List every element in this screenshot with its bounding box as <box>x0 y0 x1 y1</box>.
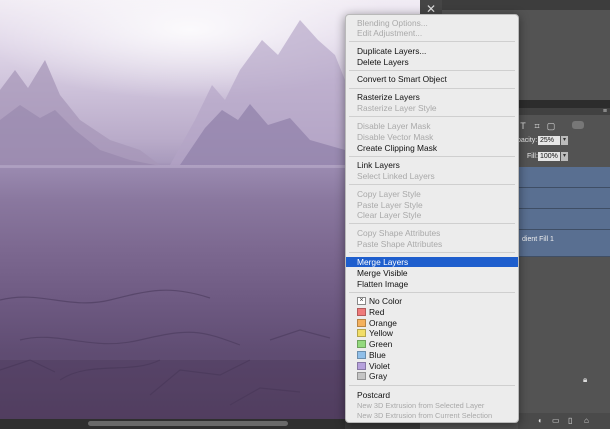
color-label: Green <box>369 339 393 349</box>
menu-item-flatten-image[interactable]: Flatten Image <box>346 279 518 289</box>
gray-swatch-icon <box>357 372 366 380</box>
menu-item-disable-vector-mask: Disable Vector Mask <box>357 132 434 142</box>
menu-item-rasterize-layer-style: Rasterize Layer Style <box>357 103 437 113</box>
menu-separator <box>349 292 515 293</box>
trash-icon[interactable]: ⌂ <box>584 416 589 425</box>
layer-context-menu: Blending Options... Edit Adjustment... D… <box>345 14 519 423</box>
menu-separator <box>349 252 515 253</box>
color-label: Violet <box>369 361 390 371</box>
menu-item-3d-extrusion-current-selection: New 3D Extrusion from Current Selection <box>357 411 493 420</box>
menu-separator <box>349 184 515 185</box>
menu-item-color-gray[interactable]: Gray <box>346 371 518 381</box>
layer-row[interactable] <box>518 209 610 230</box>
layer-row[interactable] <box>518 167 610 188</box>
layers-bottom-bar: ◐ ▭ ▯ ⌂ <box>518 413 610 429</box>
violet-swatch-icon <box>357 362 366 370</box>
menu-item-delete-layers[interactable]: Delete Layers <box>346 57 518 67</box>
menu-separator <box>349 223 515 224</box>
green-swatch-icon <box>357 340 366 348</box>
color-label: No Color <box>369 296 403 306</box>
opacity-label: pacity: <box>517 137 538 144</box>
menu-item-copy-layer-style: Copy Layer Style <box>357 189 421 199</box>
filter-smart-icon[interactable]: ▢ <box>546 121 556 131</box>
menu-item-rasterize-layers[interactable]: Rasterize Layers <box>346 92 518 102</box>
menu-item-color-green[interactable]: Green <box>346 339 518 349</box>
menu-item-color-yellow[interactable]: Yellow <box>346 328 518 338</box>
menu-item-merge-layers[interactable]: Merge Layers <box>346 257 518 267</box>
menu-item-select-linked-layers: Select Linked Layers <box>357 171 435 181</box>
lock-icon[interactable]: 🔒︎ <box>583 375 587 385</box>
layer-row-gradient-fill[interactable]: dient Fill 1 <box>518 230 610 257</box>
new-group-icon[interactable]: ▭ <box>552 416 560 425</box>
filter-type-icon[interactable]: T <box>518 121 528 131</box>
fill-dropdown-icon[interactable]: ▾ <box>561 152 568 161</box>
menu-item-paste-shape-attributes: Paste Shape Attributes <box>357 239 443 249</box>
menu-separator <box>349 385 515 386</box>
red-swatch-icon <box>357 308 366 316</box>
panel-strip <box>442 0 610 10</box>
color-label: Yellow <box>369 328 393 338</box>
menu-item-color-blue[interactable]: Blue <box>346 350 518 360</box>
menu-item-convert-smart-object[interactable]: Convert to Smart Object <box>346 74 518 84</box>
menu-item-clear-layer-style: Clear Layer Style <box>357 210 422 220</box>
color-label: Blue <box>369 350 386 360</box>
blue-swatch-icon <box>357 351 366 359</box>
fill-field[interactable]: 100% <box>538 152 560 161</box>
menu-separator <box>349 41 515 42</box>
no-color-swatch-icon: × <box>357 297 366 305</box>
color-label: Gray <box>369 371 388 381</box>
menu-item-3d-extrusion-selected-layer: New 3D Extrusion from Selected Layer <box>357 401 485 410</box>
menu-item-create-clipping-mask[interactable]: Create Clipping Mask <box>346 143 518 153</box>
horizontal-scrollbar[interactable] <box>0 419 345 429</box>
menu-item-link-layers[interactable]: Link Layers <box>346 160 518 170</box>
filter-shape-icon[interactable]: ⌗ <box>532 121 542 131</box>
scrollbar-thumb[interactable] <box>88 421 288 426</box>
layer-name: dient Fill 1 <box>522 236 554 243</box>
menu-item-edit-adjustment: Edit Adjustment... <box>357 28 423 38</box>
menu-item-merge-visible[interactable]: Merge Visible <box>346 268 518 278</box>
menu-item-duplicate-layers[interactable]: Duplicate Layers... <box>346 46 518 56</box>
menu-item-color-violet[interactable]: Violet <box>346 361 518 371</box>
adjustment-icon[interactable]: ◐ <box>538 416 543 425</box>
yellow-swatch-icon <box>357 329 366 337</box>
menu-item-copy-shape-attributes: Copy Shape Attributes <box>357 228 441 238</box>
menu-item-disable-layer-mask: Disable Layer Mask <box>357 121 431 131</box>
new-layer-icon[interactable]: ▯ <box>568 416 572 425</box>
menu-item-color-orange[interactable]: Orange <box>346 318 518 328</box>
menu-item-paste-layer-style: Paste Layer Style <box>357 200 423 210</box>
color-label: Red <box>369 307 385 317</box>
layer-row[interactable] <box>518 188 610 209</box>
menu-separator <box>349 70 515 71</box>
menu-separator <box>349 116 515 117</box>
menu-separator <box>349 88 515 89</box>
filter-toggle[interactable] <box>572 121 584 129</box>
fill-label: Fill: <box>527 153 538 160</box>
color-label: Orange <box>369 318 397 328</box>
menu-separator <box>349 156 515 157</box>
orange-swatch-icon <box>357 319 366 327</box>
menu-item-postcard[interactable]: Postcard <box>346 390 518 400</box>
menu-item-blending-options: Blending Options... <box>357 18 428 28</box>
opacity-dropdown-icon[interactable]: ▾ <box>561 136 568 145</box>
panel-menu-icon[interactable]: ≡ <box>603 108 607 115</box>
menu-item-color-none[interactable]: × No Color <box>346 296 518 306</box>
menu-item-color-red[interactable]: Red <box>346 307 518 317</box>
opacity-field[interactable]: 25% <box>538 136 560 145</box>
